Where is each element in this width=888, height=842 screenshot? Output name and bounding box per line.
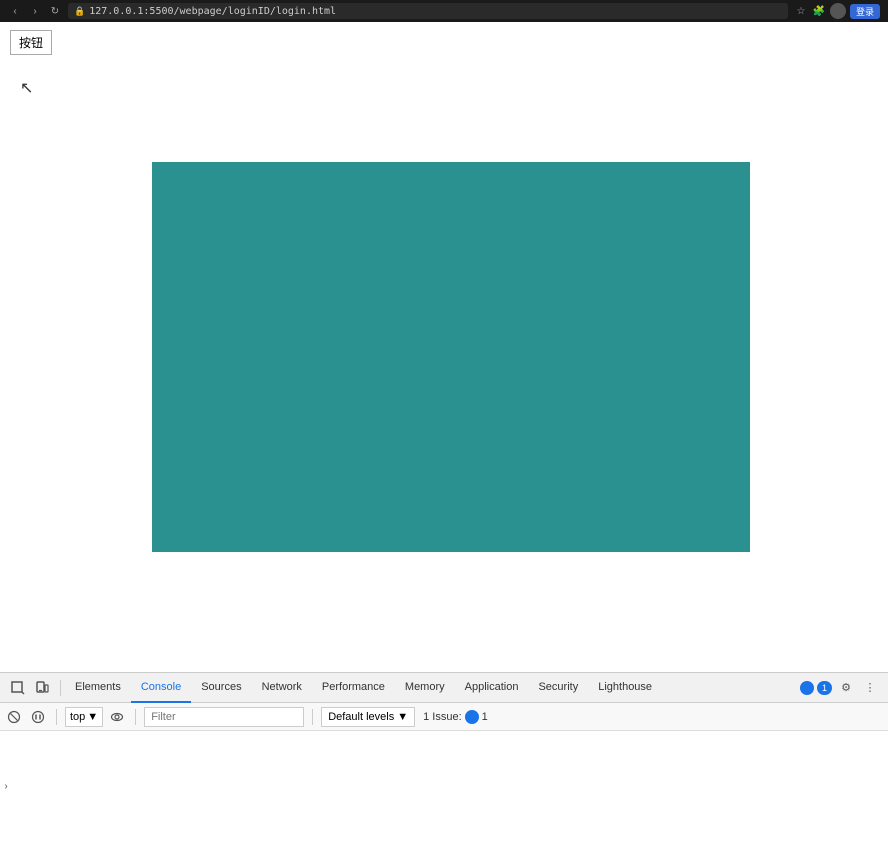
devtools-content: › [0,731,888,842]
reload-button[interactable]: ↻ [48,4,62,18]
console-badge: 1 [817,681,832,695]
tab-network[interactable]: Network [252,673,312,703]
extensions-icon[interactable]: 🧩 [812,4,826,18]
tab-sources[interactable]: Sources [191,673,251,703]
url-bar[interactable]: 🔒 127.0.0.1:5500/webpage/loginID/login.h… [68,3,788,19]
filter-input[interactable] [144,707,304,727]
browser-actions: ☆ 🧩 登录 [794,3,880,19]
toolbar-separator-2 [135,709,136,725]
signin-button[interactable]: 登录 [850,4,880,19]
sidebar-toggle-arrow[interactable]: › [0,777,12,797]
eye-button[interactable] [107,707,127,727]
pause-on-exceptions-button[interactable] [28,707,48,727]
tab-security[interactable]: Security [528,673,588,703]
toolbar-separator-3 [312,709,313,725]
inspect-element-button[interactable] [8,678,28,698]
devtools-panel: Elements Console Sources Network Perform… [0,672,888,842]
star-icon[interactable]: ☆ [794,4,808,18]
default-levels-button[interactable]: Default levels ▼ [321,707,415,727]
tab-console[interactable]: Console [131,673,191,703]
device-toggle-button[interactable] [32,678,52,698]
settings-button[interactable]: ⚙ [836,678,856,698]
clear-console-button[interactable] [4,707,24,727]
devtools-tabs-bar: Elements Console Sources Network Perform… [0,673,888,703]
back-button[interactable]: ‹ [8,4,22,18]
tab-application[interactable]: Application [455,673,529,703]
lock-icon: 🔒 [74,6,85,17]
url-text: 127.0.0.1:5500/webpage/loginID/login.htm… [89,6,336,17]
issue-icon [465,710,479,724]
console-warning-icon [800,681,814,695]
tab-lighthouse[interactable]: Lighthouse [588,673,662,703]
tab-memory[interactable]: Memory [395,673,455,703]
toolbar-separator [56,709,57,725]
context-selector[interactable]: top ▼ [65,707,103,727]
teal-rectangle [152,162,750,552]
cursor: ↖ [20,78,33,98]
browser-topbar: ‹ › ↻ 🔒 127.0.0.1:5500/webpage/loginID/l… [0,0,888,22]
console-badge-container: 1 [800,681,832,695]
issues-badge-container: 1 Issue: 1 [419,710,492,724]
forward-button[interactable]: › [28,4,42,18]
devtools-toolbar: top ▼ Default levels ▼ 1 Issue: 1 [0,703,888,731]
devtools-right-actions: 1 ⚙ ⋮ [800,678,884,698]
more-options-button[interactable]: ⋮ [860,678,880,698]
devtools-left-icons [4,678,56,698]
tab-elements[interactable]: Elements [65,673,131,703]
tab-separator [60,680,61,696]
avatar[interactable] [830,3,846,19]
page-content: 按钮 ↖ [0,22,888,670]
page-button[interactable]: 按钮 [10,30,52,55]
tab-performance[interactable]: Performance [312,673,395,703]
